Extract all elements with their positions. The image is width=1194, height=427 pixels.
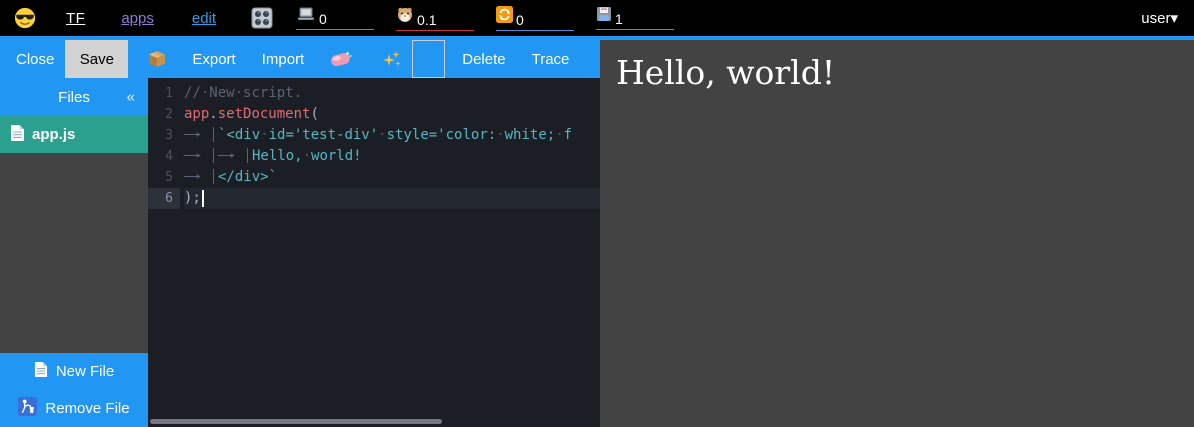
saves-counter-value: 1 [615, 11, 623, 27]
new-file-button[interactable]: New File [0, 353, 148, 390]
repeat-icon [496, 6, 513, 28]
soap-icon-button[interactable] [329, 50, 353, 68]
code-editor[interactable]: 123456 //·New·script.app.setDocument(`<d… [148, 78, 600, 427]
collapse-sidebar-icon[interactable]: « [127, 89, 135, 106]
sparkles-icon-button[interactable] [382, 49, 402, 69]
trace-button[interactable]: Trace [532, 40, 570, 78]
file-item-appjs[interactable]: app.js [0, 116, 148, 153]
code-line: `<div·id='test-div'·style='color:·white;… [184, 125, 600, 146]
code-line: //·New·script. [184, 83, 600, 104]
file-name: app.js [32, 126, 75, 143]
remove-file-icon [18, 397, 37, 420]
text-cursor [202, 190, 204, 207]
memory-counter-value: 0.1 [417, 12, 436, 28]
sidebar-filler [0, 153, 148, 353]
code-line: Hello,·world! [184, 146, 600, 167]
code-lines: //·New·script.app.setDocument(`<div·id='… [180, 83, 600, 209]
package-icon-button[interactable] [147, 49, 167, 69]
blank-button[interactable] [412, 40, 445, 78]
line-numbers: 123456 [148, 83, 180, 209]
line-number: 6 [148, 188, 180, 209]
code-line: ); [184, 188, 600, 209]
line-number: 3 [148, 125, 180, 146]
save-button[interactable]: Save [65, 40, 128, 78]
cpu-counter-value: 0 [319, 11, 327, 27]
new-file-icon [34, 361, 48, 382]
preview-pane: Hello, world! [600, 40, 1194, 427]
files-header: Files « [0, 78, 148, 116]
export-button[interactable]: Export [192, 40, 235, 78]
new-file-label: New File [56, 363, 114, 380]
line-number: 2 [148, 104, 180, 125]
laptop-icon [296, 7, 316, 27]
repeat-counter-value: 0 [516, 12, 524, 28]
repeat-counter-field[interactable]: 0 [496, 6, 574, 31]
remove-file-button[interactable]: Remove File [0, 390, 148, 427]
horizontal-scrollbar[interactable] [150, 419, 442, 424]
sunglasses-emoji-icon[interactable] [14, 7, 36, 29]
floppy-icon [596, 6, 612, 27]
file-icon [10, 124, 25, 146]
import-button[interactable]: Import [262, 40, 305, 78]
brand-link[interactable]: TF [66, 10, 85, 27]
editor-toolbar: Close Save Export Import [0, 40, 600, 78]
line-number: 4 [148, 146, 180, 167]
memory-counter-field[interactable]: 0.1 [396, 6, 474, 31]
user-menu[interactable]: user▾ [1141, 9, 1178, 27]
code-line: app.setDocument( [184, 104, 600, 125]
saves-counter-field[interactable]: 1 [596, 6, 674, 30]
control-knobs-icon[interactable] [250, 6, 274, 30]
topbar: TF apps edit 0 [0, 0, 1194, 40]
close-button[interactable]: Close [16, 40, 54, 78]
cpu-counter-field[interactable]: 0 [296, 7, 374, 30]
line-number: 5 [148, 167, 180, 188]
preview-heading: Hello, world! [616, 53, 1194, 92]
files-sidebar: Files « app.js [0, 78, 148, 427]
nav-edit-link[interactable]: edit [192, 10, 216, 27]
delete-button[interactable]: Delete [462, 40, 505, 78]
files-header-label: Files [58, 89, 90, 106]
line-number: 1 [148, 83, 180, 104]
hamster-icon [396, 6, 414, 28]
app-window: TF apps edit 0 [0, 0, 1194, 427]
code-line: </div>` [184, 167, 600, 188]
nav-apps-link[interactable]: apps [121, 10, 154, 27]
remove-file-label: Remove File [45, 400, 129, 417]
